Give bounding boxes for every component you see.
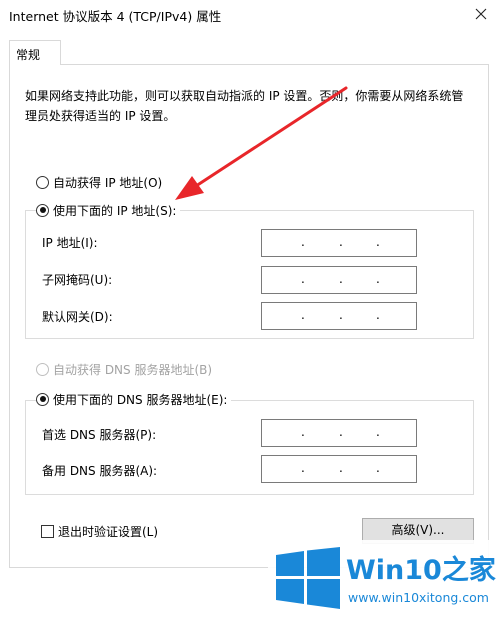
win10-watermark: Win10之家 www.win10xitong.com bbox=[268, 540, 500, 618]
tab-general-label: 常规 bbox=[16, 48, 41, 62]
default-gateway-input[interactable]: . . . bbox=[261, 302, 417, 330]
watermark-url: www.win10xitong.com bbox=[348, 590, 489, 605]
preferred-dns-input[interactable]: . . . bbox=[261, 419, 417, 447]
ip-address-input[interactable]: . . . bbox=[261, 229, 417, 257]
dns-auto-radio[interactable] bbox=[36, 362, 49, 376]
window-title: Internet 协议版本 4 (TCP/IPv4) 属性 bbox=[9, 9, 222, 24]
validate-on-exit-label: 退出时验证设置(L) bbox=[58, 525, 159, 539]
validate-on-exit-option[interactable]: 退出时验证设置(L) bbox=[41, 523, 158, 540]
tab-general[interactable]: 常规 bbox=[9, 40, 61, 65]
ip-auto-label: 自动获得 IP 地址(O) bbox=[53, 175, 163, 190]
ip-manual-option[interactable]: 使用下面的 IP 地址(S): bbox=[36, 201, 181, 219]
subnet-mask-input[interactable]: . . . bbox=[261, 266, 417, 294]
windows-logo-icon bbox=[276, 547, 340, 609]
ip-manual-radio[interactable] bbox=[36, 203, 49, 217]
watermark-brand: Win10之家 bbox=[346, 555, 496, 586]
subnet-mask-label: 子网掩码(U): bbox=[42, 273, 113, 287]
dns-manual-option[interactable]: 使用下面的 DNS 服务器地址(E): bbox=[36, 390, 232, 408]
alternate-dns-input[interactable]: . . . bbox=[261, 455, 417, 483]
ip-auto-radio[interactable] bbox=[36, 175, 49, 189]
tcpip-properties-dialog: Internet 协议版本 4 (TCP/IPv4) 属性 常规 如果网络支持此… bbox=[0, 0, 502, 620]
dns-auto-label: 自动获得 DNS 服务器地址(B) bbox=[53, 362, 213, 377]
alternate-dns-label: 备用 DNS 服务器(A): bbox=[42, 464, 158, 478]
title-bar: Internet 协议版本 4 (TCP/IPv4) 属性 bbox=[0, 0, 502, 30]
validate-on-exit-checkbox[interactable] bbox=[41, 525, 54, 538]
close-button[interactable] bbox=[464, 0, 498, 30]
ip-manual-label: 使用下面的 IP 地址(S): bbox=[53, 203, 177, 218]
description-text: 如果网络支持此功能，则可以获取自动指派的 IP 设置。否则，你需要从网络系统管理… bbox=[25, 89, 464, 123]
close-icon bbox=[475, 8, 487, 20]
ip-auto-option[interactable]: 自动获得 IP 地址(O) bbox=[36, 173, 162, 191]
ip-address-label: IP 地址(I): bbox=[42, 236, 98, 250]
dns-manual-label: 使用下面的 DNS 服务器地址(E): bbox=[53, 392, 228, 407]
preferred-dns-label: 首选 DNS 服务器(P): bbox=[42, 428, 157, 442]
dns-auto-option[interactable]: 自动获得 DNS 服务器地址(B) bbox=[36, 360, 212, 378]
default-gateway-label: 默认网关(D): bbox=[42, 310, 113, 324]
dns-manual-radio[interactable] bbox=[36, 392, 49, 406]
general-tab-panel: 如果网络支持此功能，则可以获取自动指派的 IP 设置。否则，你需要从网络系统管理… bbox=[9, 64, 489, 568]
